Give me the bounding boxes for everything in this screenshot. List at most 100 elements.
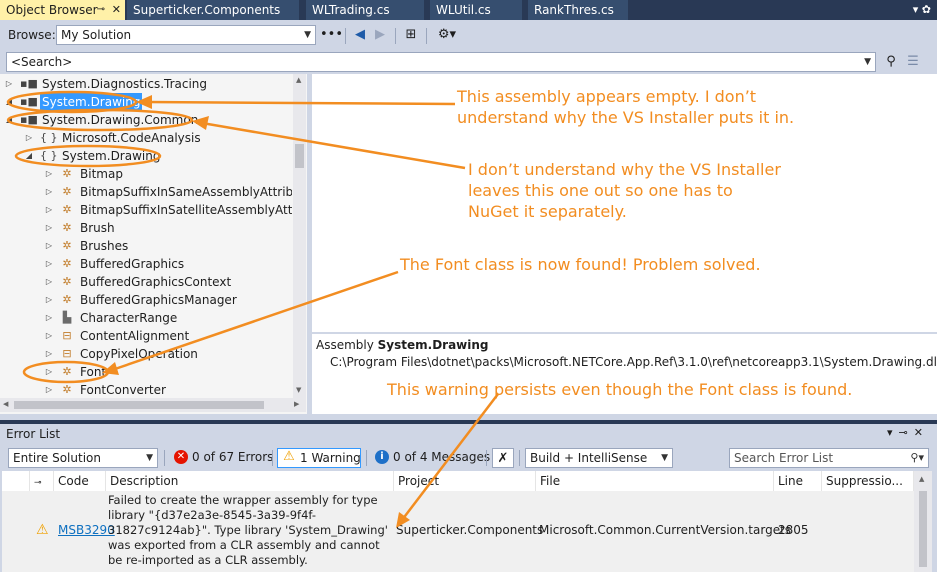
tree-row-bitmapsuffixinsatelliteassemblyattribute[interactable]: ▷ ✲ BitmapSuffixInSatelliteAssemblyAttri…	[0, 201, 292, 219]
errors-filter-button[interactable]: ✕ 0 of 67 Errors	[170, 448, 273, 468]
object-browser-search-input[interactable]: <Search> ▼	[6, 52, 876, 72]
settings-gear-icon[interactable]: ⚙▾	[432, 25, 462, 45]
scroll-right-icon[interactable]: ▶	[294, 400, 299, 408]
scope-select[interactable]: Entire Solution ▼	[8, 448, 158, 468]
more-options-icon[interactable]: •••	[320, 25, 343, 45]
search-icon[interactable]: ⚲	[882, 52, 900, 72]
expand-icon[interactable]: ▷	[44, 291, 54, 309]
expand-icon[interactable]: ▷	[44, 363, 54, 381]
assembly-path: C:\Program Files\dotnet\packs\Microsoft.…	[330, 355, 937, 369]
tree-row-system-drawing-assembly[interactable]: ◢ ▪■ System.Drawing	[0, 93, 292, 111]
tab-wltrading[interactable]: WLTrading.cs	[306, 0, 424, 20]
expand-icon[interactable]: ▷	[44, 183, 54, 201]
expand-icon[interactable]: ▷	[44, 345, 54, 363]
tree-row-brushes[interactable]: ▷ ✲ Brushes	[0, 237, 292, 255]
search-value: <Search>	[11, 55, 73, 69]
expand-icon[interactable]: ▷	[44, 219, 54, 237]
expand-icon[interactable]: ▷	[44, 255, 54, 273]
expand-icon[interactable]: ▷	[44, 327, 54, 345]
collapse-icon[interactable]: ◢	[4, 111, 14, 129]
tree-row-bitmap[interactable]: ▷ ✲ Bitmap	[0, 165, 292, 183]
column-header-line[interactable]: Line	[774, 471, 822, 491]
expand-icon[interactable]: ▷	[44, 381, 54, 398]
expand-icon[interactable]: ▷	[4, 75, 14, 93]
toolbar-separator	[164, 450, 165, 466]
expand-icon[interactable]: ▷	[44, 309, 54, 327]
warnings-filter-button[interactable]: ⚠ 1 Warning	[277, 448, 361, 468]
browse-scope-select[interactable]: My Solution ▼	[56, 25, 316, 45]
tree-row-brush[interactable]: ▷ ✲ Brush	[0, 219, 292, 237]
namespace-icon: { }	[40, 131, 58, 144]
tree-row-microsoft-codeanalysis[interactable]: ▷ { } Microsoft.CodeAnalysis	[0, 129, 292, 147]
class-icon: ✲	[62, 365, 72, 378]
assembly-name: System.Drawing	[377, 338, 489, 352]
tree-row-system-drawing-common[interactable]: ◢ ▪■ System.Drawing.Common	[0, 111, 292, 129]
filter-clear-icon[interactable]: ✗	[492, 448, 514, 468]
tab-superticker-components[interactable]: Superticker.Components	[127, 0, 299, 20]
expand-icon[interactable]: ▷	[44, 273, 54, 291]
add-reference-icon[interactable]: ⊞	[402, 25, 420, 45]
scrollbar-thumb[interactable]	[295, 144, 304, 168]
scroll-down-icon[interactable]: ▼	[296, 386, 301, 394]
column-header-code[interactable]: Code	[54, 471, 106, 491]
scroll-up-icon[interactable]: ▲	[919, 475, 924, 483]
tab-object-browser[interactable]: Object Browser ⊸ ✕	[0, 0, 125, 20]
tree-item-label: BufferedGraphicsContext	[80, 275, 232, 289]
tree-row-bufferedgraphicscontext[interactable]: ▷ ✲ BufferedGraphicsContext	[0, 273, 292, 291]
collapse-icon[interactable]: ◢	[24, 147, 34, 165]
expand-icon[interactable]: ▷	[24, 129, 34, 147]
browse-label: Browse:	[8, 28, 56, 42]
column-header-type[interactable]	[2, 471, 30, 491]
column-header-file[interactable]: File	[536, 471, 774, 491]
column-header-project[interactable]: Project	[394, 471, 536, 491]
tab-wlutil[interactable]: WLUtil.cs	[430, 0, 522, 20]
tree-vertical-scrollbar[interactable]: ▲ ▼	[293, 74, 306, 398]
column-header-description[interactable]: Description	[106, 471, 394, 491]
scrollbar-thumb[interactable]	[919, 491, 927, 567]
error-icon: ✕	[174, 450, 188, 464]
tree-row-font[interactable]: ▷ ✲ Font	[0, 363, 292, 381]
search-placeholder: Search Error List	[734, 451, 834, 465]
expand-icon[interactable]: ▷	[44, 201, 54, 219]
scroll-up-icon[interactable]: ▲	[296, 76, 301, 84]
column-header-suppression[interactable]: Suppressio...	[822, 471, 914, 491]
messages-filter-button[interactable]: i 0 of 4 Messages	[371, 448, 490, 468]
tab-rankthres[interactable]: RankThres.cs	[528, 0, 628, 20]
description-pane: Assembly System.Drawing C:\Program Files…	[312, 334, 937, 414]
class-icon: ✲	[62, 383, 72, 396]
column-header-suppress[interactable]: ⊸	[30, 471, 54, 491]
object-browser-toolbar: Browse: My Solution ▼ ••• ◀ ▶ ⊞ ⚙▾	[0, 22, 937, 50]
error-list-scrollbar[interactable]: ▲	[914, 471, 932, 572]
tree-row-fontconverter[interactable]: ▷ ✲ FontConverter	[0, 381, 292, 398]
back-icon[interactable]: ◀	[352, 25, 368, 45]
window-controls-icon[interactable]: ▾⊸✕	[887, 426, 929, 439]
toolbar-separator	[366, 450, 367, 466]
build-filter-select[interactable]: Build + IntelliSense ▼	[525, 448, 673, 468]
close-icon[interactable]: ✕	[112, 0, 121, 20]
tree-horizontal-scrollbar[interactable]: ◀ ▶	[0, 398, 306, 412]
tree-row-system-drawing-namespace[interactable]: ◢ { } System.Drawing	[0, 147, 292, 165]
collapse-icon[interactable]: ◢	[4, 93, 14, 111]
error-description: Failed to create the wrapper assembly fo…	[108, 493, 388, 567]
tree-row-system-diagnostics-tracing[interactable]: ▷ ▪■ System.Diagnostics.Tracing	[0, 75, 292, 93]
tree-row-bufferedgraphics[interactable]: ▷ ✲ BufferedGraphics	[0, 255, 292, 273]
pin-icon[interactable]: ⊸	[97, 0, 105, 20]
forward-icon[interactable]: ▶	[372, 25, 388, 45]
scroll-left-icon[interactable]: ◀	[3, 400, 8, 408]
tree-row-characterrange[interactable]: ▷ ▙ CharacterRange	[0, 309, 292, 327]
tree-row-bitmapsuffixinsameassemblyattribute[interactable]: ▷ ✲ BitmapSuffixInSameAssemblyAttribute	[0, 183, 292, 201]
search-error-list-input[interactable]: Search Error List ⚲▾	[729, 448, 929, 468]
enum-icon: ⊟	[62, 347, 72, 360]
tree-row-contentalignment[interactable]: ▷ ⊟ ContentAlignment	[0, 327, 292, 345]
expand-icon[interactable]: ▷	[44, 165, 54, 183]
error-code-link[interactable]: MSB3290	[58, 523, 115, 537]
scrollbar-thumb[interactable]	[14, 401, 264, 409]
tree-row-bufferedgraphicsmanager[interactable]: ▷ ✲ BufferedGraphicsManager	[0, 291, 292, 309]
clear-search-icon[interactable]: ☰	[904, 52, 922, 72]
search-icon[interactable]: ⚲▾	[910, 449, 924, 467]
tab-overflow-icon[interactable]: ▾ ✿	[913, 0, 931, 20]
object-tree: ▷ ▪■ System.Diagnostics.Tracing ◢ ▪■ Sys…	[0, 74, 292, 398]
table-row[interactable]: ⚠ MSB3290 Failed to create the wrapper a…	[2, 491, 914, 572]
expand-icon[interactable]: ▷	[44, 237, 54, 255]
tree-row-copypixeloperation[interactable]: ▷ ⊟ CopyPixelOperation	[0, 345, 292, 363]
